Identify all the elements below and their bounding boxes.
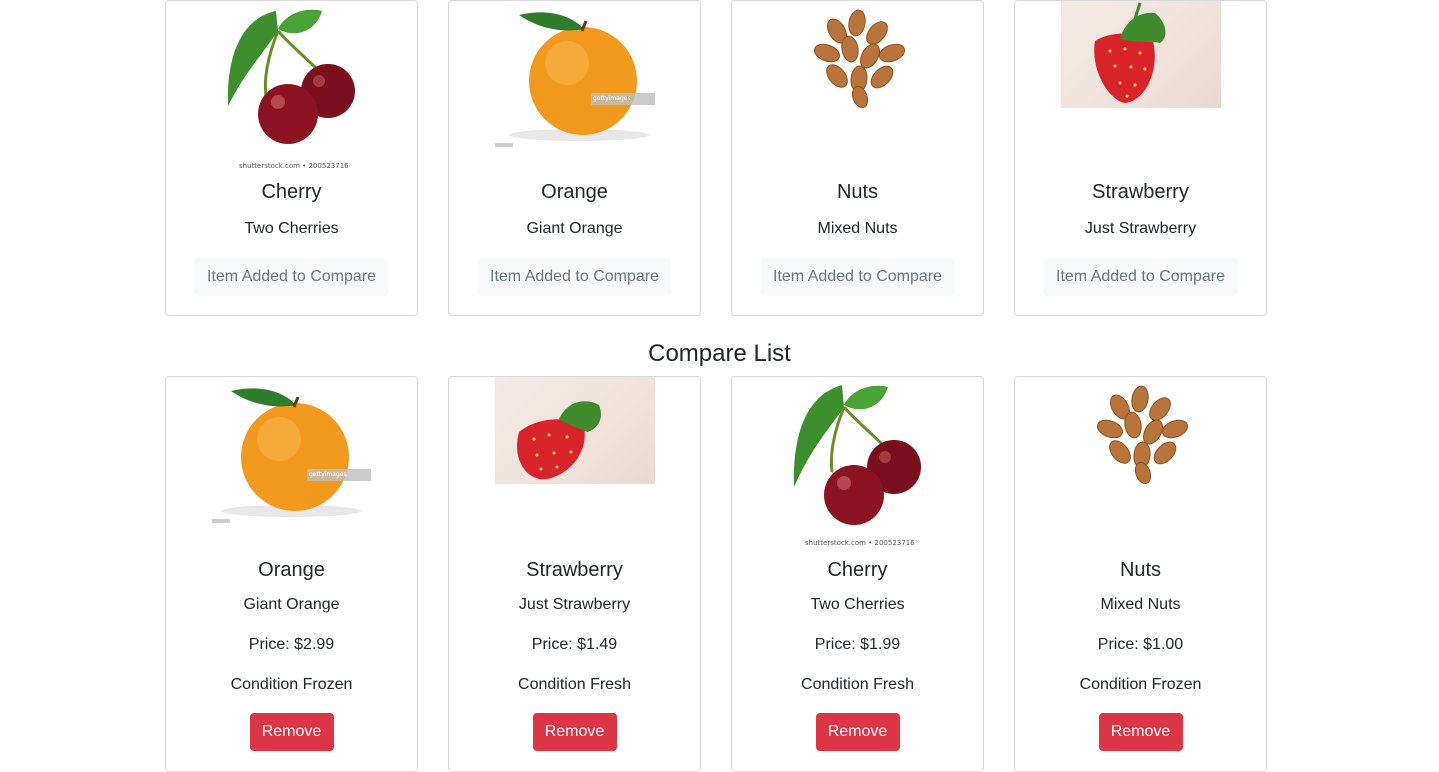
almonds-image xyxy=(732,1,983,173)
product-name: Strawberry xyxy=(1092,181,1189,203)
remove-button[interactable]: Remove xyxy=(1098,713,1183,751)
remove-button[interactable]: Remove xyxy=(249,713,334,751)
orange-image: gettyimages xyxy=(449,1,700,173)
product-price: Price: $1.99 xyxy=(814,636,901,653)
product-condition: Condition Fresh xyxy=(518,676,631,693)
orange-image: gettyimages xyxy=(166,377,417,549)
product-condition: Condition Frozen xyxy=(1079,676,1202,693)
product-description: Two Cherries xyxy=(244,220,339,237)
cherry-watermark: shutterstock.com • 200523716 xyxy=(805,539,915,547)
remove-button[interactable]: Remove xyxy=(532,713,617,751)
product-name: Nuts xyxy=(1119,559,1162,581)
compare-card-cherry: shutterstock.com • 200523716 Cherry Two … xyxy=(731,376,984,772)
orange-watermark: gettyimages xyxy=(309,471,347,478)
item-added-button[interactable]: Item Added to Compare xyxy=(1043,258,1238,296)
product-description: Mixed Nuts xyxy=(817,220,898,237)
cherry-image: shutterstock.com • 200523716 xyxy=(732,377,983,549)
compare-card-strawberry: Strawberry Just Strawberry Price: $1.49 … xyxy=(448,376,701,772)
cherry-icon xyxy=(227,9,355,144)
almonds-image xyxy=(1015,377,1266,549)
product-description: Two Cherries xyxy=(810,596,905,613)
product-name: Nuts xyxy=(836,181,879,203)
product-description: Mixed Nuts xyxy=(1100,596,1181,613)
strawberry-icon xyxy=(1094,2,1166,103)
item-added-button[interactable]: Item Added to Compare xyxy=(477,258,672,296)
product-price: Price: $1.49 xyxy=(531,636,618,653)
product-description: Giant Orange xyxy=(243,596,340,613)
strawberry-image xyxy=(1015,1,1266,173)
product-card-nuts: Nuts Mixed Nuts Item Added to Compare xyxy=(731,0,984,316)
product-name: Strawberry xyxy=(526,559,623,581)
strawberry-icon xyxy=(517,401,601,480)
product-card-orange: gettyimages Orange Giant Orange Item Add… xyxy=(448,0,701,316)
cherry-image: shutterstock.com • 200523716 xyxy=(166,1,417,173)
orange-watermark: gettyimages xyxy=(593,95,631,102)
strawberry-image xyxy=(449,377,700,549)
remove-button[interactable]: Remove xyxy=(815,713,900,751)
product-name: Cherry xyxy=(261,181,322,203)
item-added-button[interactable]: Item Added to Compare xyxy=(760,258,955,296)
compare-card-orange: gettyimages Orange Giant Orange Price: $… xyxy=(165,376,418,772)
product-card-cherry: shutterstock.com • 200523716 Cherry Two … xyxy=(165,0,418,316)
compare-card-nuts: Nuts Mixed Nuts Price: $1.00 Condition F… xyxy=(1014,376,1267,772)
product-card-strawberry: Strawberry Just Strawberry Item Added to… xyxy=(1014,0,1267,316)
product-description: Just Strawberry xyxy=(518,596,631,613)
product-condition: Condition Frozen xyxy=(230,676,353,693)
almonds-icon xyxy=(813,9,906,109)
product-name: Orange xyxy=(258,559,325,581)
product-name: Orange xyxy=(541,181,608,203)
orange-icon xyxy=(495,12,655,147)
item-added-button[interactable]: Item Added to Compare xyxy=(194,258,389,296)
cherry-icon xyxy=(793,385,921,525)
product-description: Giant Orange xyxy=(526,220,623,237)
compare-list-title: Compare List xyxy=(648,340,791,367)
product-condition: Condition Fresh xyxy=(801,676,914,693)
product-price: Price: $1.00 xyxy=(1097,636,1184,653)
product-description: Just Strawberry xyxy=(1084,220,1197,237)
product-name: Cherry xyxy=(827,559,888,581)
product-list: shutterstock.com • 200523716 Cherry Two … xyxy=(165,0,1267,316)
compare-list: gettyimages Orange Giant Orange Price: $… xyxy=(165,376,1267,772)
almonds-icon xyxy=(1096,385,1189,485)
orange-icon xyxy=(212,388,371,523)
product-price: Price: $2.99 xyxy=(248,636,335,653)
cherry-watermark: shutterstock.com • 200523716 xyxy=(239,162,349,170)
